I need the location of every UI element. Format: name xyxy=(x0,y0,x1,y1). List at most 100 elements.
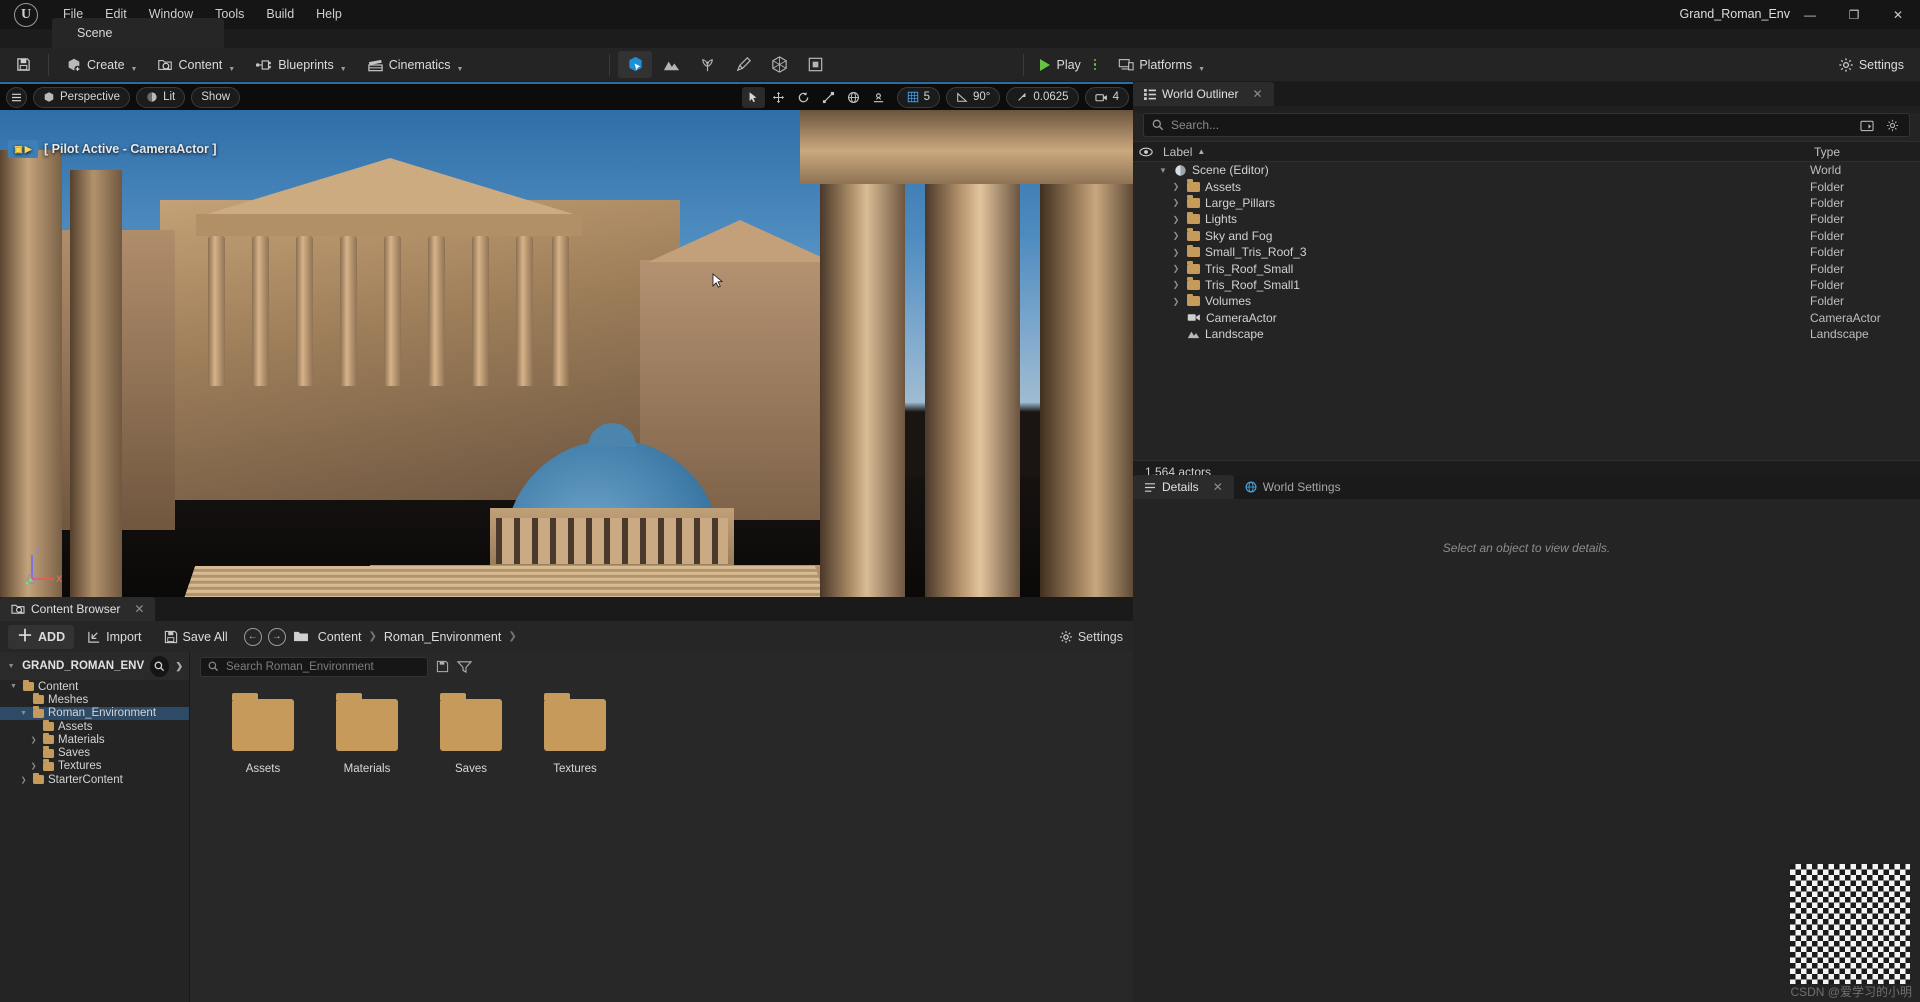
chevron-right-icon[interactable]: ❯ xyxy=(1170,297,1182,306)
asset-save-icon[interactable] xyxy=(436,660,449,673)
chevron-right-icon[interactable]: ❯ xyxy=(1170,248,1182,257)
chevron-right-icon[interactable]: ❯ xyxy=(28,736,39,744)
chevron-right-icon[interactable]: ❯ xyxy=(18,776,29,784)
close-icon[interactable]: ✕ xyxy=(1252,87,1262,101)
chevron-right-icon[interactable]: ❯ xyxy=(1170,182,1182,191)
rotate-tool-button[interactable] xyxy=(792,87,815,108)
close-button[interactable]: ✕ xyxy=(1876,0,1920,29)
sources-tree-item[interactable]: Assets xyxy=(0,719,189,733)
breadcrumb-roman-environment[interactable]: Roman_Environment xyxy=(380,630,505,644)
save-all-button[interactable]: Save All xyxy=(155,625,237,649)
select-mode-button[interactable] xyxy=(618,51,653,78)
import-button[interactable]: Import xyxy=(78,625,150,649)
grid-snap-control[interactable]: 5 xyxy=(896,86,941,108)
view-mode-button[interactable]: Lit xyxy=(136,86,186,108)
outliner-row[interactable]: ❯ Small_Tris_Roof_3 Folder xyxy=(1133,244,1920,260)
asset-tile[interactable]: Saves xyxy=(432,693,510,775)
angle-snap-control[interactable]: 90° xyxy=(946,86,1001,108)
save-button[interactable] xyxy=(8,51,39,78)
chevron-down-icon[interactable]: ▼ xyxy=(6,663,16,670)
filter-icon[interactable] xyxy=(457,660,472,673)
brush-edit-mode-button[interactable] xyxy=(798,51,832,78)
content-browser-settings-button[interactable]: Settings xyxy=(1059,630,1123,644)
outliner-row[interactable]: ❯ Tris_Roof_Small Folder xyxy=(1133,260,1920,276)
sources-tree-item[interactable]: ❯ Materials xyxy=(0,732,189,746)
outliner-row[interactable]: Landscape Landscape xyxy=(1133,326,1920,342)
perspective-button[interactable]: Perspective xyxy=(33,86,131,108)
content-button[interactable]: Content ▼ xyxy=(149,51,243,78)
outliner-row[interactable]: ▼ Scene (Editor) World xyxy=(1133,162,1920,178)
world-coords-button[interactable] xyxy=(842,87,865,108)
add-button[interactable]: ＋ ADD xyxy=(8,624,75,649)
outliner-tree[interactable]: ▼ Scene (Editor) World ❯ Assets Folder ❯ Large_… xyxy=(1133,162,1920,342)
label-column-header[interactable]: Label ▲ xyxy=(1159,145,1810,159)
viewport-render[interactable]: ▣ ▶ [ Pilot Active - CameraActor ] Z X xyxy=(0,110,1133,597)
outliner-row[interactable]: ❯ Large_Pillars Folder xyxy=(1133,195,1920,211)
outliner-row[interactable]: ❯ Tris_Roof_Small1 Folder xyxy=(1133,277,1920,293)
menu-build[interactable]: Build xyxy=(255,0,305,29)
mesh-paint-mode-button[interactable] xyxy=(726,51,760,78)
chevron-down-icon[interactable]: ▼ xyxy=(457,66,464,73)
sources-search-icon[interactable] xyxy=(150,655,170,677)
scale-tool-button[interactable] xyxy=(817,87,840,108)
tab-details[interactable]: Details ✕ xyxy=(1133,475,1234,499)
outliner-row[interactable]: ❯ Volumes Folder xyxy=(1133,293,1920,309)
fracture-mode-button[interactable] xyxy=(762,51,796,78)
close-icon[interactable]: ✕ xyxy=(134,602,144,616)
chevron-right-icon[interactable]: ❯ xyxy=(1170,215,1182,224)
chevron-down-icon[interactable]: ▼ xyxy=(340,66,347,73)
chevron-right-icon[interactable]: ❯ xyxy=(1170,198,1182,207)
chevron-down-icon[interactable]: ▼ xyxy=(228,66,235,73)
chevron-down-icon[interactable]: ▼ xyxy=(18,710,29,717)
outliner-row[interactable]: CameraActor CameraActor xyxy=(1133,310,1920,326)
close-icon[interactable]: ✕ xyxy=(1213,480,1223,494)
sources-tree-item[interactable]: ▼ Content xyxy=(0,679,189,693)
cinematics-button[interactable]: Cinematics ▼ xyxy=(359,51,472,78)
settings-button[interactable]: Settings xyxy=(1830,51,1912,78)
content-browser-asset-view[interactable]: Search Roman_Environment Assets Materials… xyxy=(190,652,1133,1002)
show-flags-button[interactable]: Show xyxy=(191,86,241,108)
sources-collapse-icon[interactable]: ❯ xyxy=(175,661,183,672)
translate-tool-button[interactable] xyxy=(767,87,790,108)
chevron-down-icon[interactable]: ▼ xyxy=(8,683,19,690)
outliner-settings-icon[interactable] xyxy=(1883,116,1901,134)
viewport-menu-button[interactable] xyxy=(6,86,27,108)
select-tool-button[interactable] xyxy=(741,86,765,108)
menu-help[interactable]: Help xyxy=(305,0,353,29)
type-column-header[interactable]: Type xyxy=(1810,145,1920,159)
tab-world-settings[interactable]: World Settings xyxy=(1233,475,1352,499)
visibility-column-icon[interactable] xyxy=(1133,147,1159,157)
outliner-search-input[interactable]: Search... xyxy=(1143,113,1910,137)
chevron-right-icon[interactable]: ❯ xyxy=(1170,280,1182,289)
chevron-down-icon[interactable]: ▼ xyxy=(131,66,138,73)
sources-tree[interactable]: ▼ Content Meshes ▼ Roman_Environment Assets ❯ M… xyxy=(0,679,189,786)
sources-tree-item[interactable]: ▼ Roman_Environment xyxy=(0,706,189,720)
chevron-right-icon[interactable]: ❯ xyxy=(1170,231,1182,240)
scene-tab[interactable]: Scene xyxy=(52,18,224,48)
blueprints-button[interactable]: Blueprints ▼ xyxy=(247,51,355,78)
forward-button[interactable]: → xyxy=(267,627,286,646)
breadcrumb-content[interactable]: Content xyxy=(314,630,366,644)
foliage-mode-button[interactable] xyxy=(690,51,724,78)
outliner-row[interactable]: ❯ Assets Folder xyxy=(1133,178,1920,194)
outliner-save-search-icon[interactable] xyxy=(1858,116,1876,134)
unreal-engine-logo-icon[interactable]: U xyxy=(0,0,52,29)
landscape-mode-button[interactable] xyxy=(654,51,688,78)
sources-tree-item[interactable]: Saves xyxy=(0,746,189,759)
scale-snap-control[interactable]: 0.0625 xyxy=(1006,86,1079,108)
asset-tile[interactable]: Materials xyxy=(328,693,406,775)
minimize-button[interactable]: — xyxy=(1788,0,1832,29)
play-options-button[interactable] xyxy=(1090,58,1101,71)
play-button[interactable]: Play xyxy=(1031,51,1089,78)
asset-grid[interactable]: Assets Materials Saves Textures xyxy=(190,681,1133,775)
outliner-row[interactable]: ❯ Lights Folder xyxy=(1133,211,1920,227)
level-viewport[interactable]: Perspective Lit Show 5 90° 0.0625 4 ▣ ▶ … xyxy=(0,82,1133,597)
asset-tile[interactable]: Assets xyxy=(224,693,302,775)
tab-content-browser[interactable]: Content Browser ✕ xyxy=(0,597,156,621)
asset-tile[interactable]: Textures xyxy=(536,693,614,775)
chevron-down-icon[interactable]: ▼ xyxy=(1198,66,1205,73)
sources-tree-item[interactable]: ❯ StarterContent xyxy=(0,772,189,786)
tab-world-outliner[interactable]: World Outliner ✕ xyxy=(1133,82,1274,106)
platforms-button[interactable]: Platforms ▼ xyxy=(1110,51,1213,78)
outliner-row[interactable]: ❯ Sky and Fog Folder xyxy=(1133,228,1920,244)
